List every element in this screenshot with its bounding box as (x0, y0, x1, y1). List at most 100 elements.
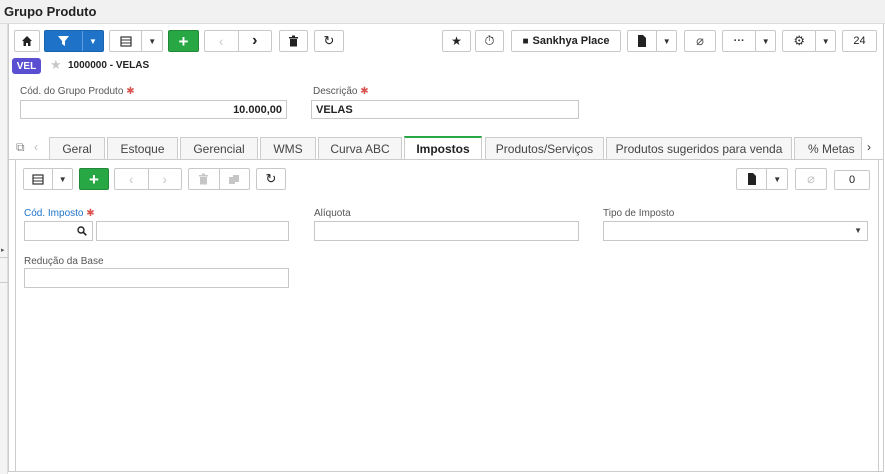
grid-button-group[interactable]: ▼ (109, 30, 163, 52)
tabs-copy-icon[interactable]: ⧉ (16, 140, 25, 155)
sub-edit-button-group[interactable] (188, 168, 250, 190)
aliquota-field[interactable] (314, 221, 579, 241)
timer-button[interactable]: ⏱ (475, 30, 504, 52)
sub-copy-button[interactable] (220, 169, 250, 189)
tipo-imposto-label: Tipo de Imposto (603, 208, 675, 219)
chevron-down-icon: ▼ (854, 226, 862, 235)
cod-imposto-description-field[interactable] (96, 221, 289, 241)
navigation-button-group[interactable]: ‹ › (204, 30, 272, 52)
more-dropdown-button[interactable]: ▼ (756, 31, 775, 51)
window-titlebar: Grupo Produto (0, 0, 885, 24)
filter-button[interactable] (45, 31, 83, 51)
favorite-star-icon[interactable]: ★ (50, 57, 62, 73)
strip-divider (0, 282, 8, 283)
file-export-icon (747, 173, 756, 185)
add-button[interactable]: + (168, 30, 199, 52)
search-icon[interactable] (77, 226, 87, 236)
reducao-base-field[interactable] (24, 268, 289, 288)
sub-export-button[interactable] (737, 169, 768, 189)
tab-gerencial[interactable]: Gerencial (180, 137, 258, 160)
sub-grid-view-button[interactable] (24, 169, 54, 189)
sub-record-count: 0 (848, 174, 856, 186)
tab-geral[interactable]: Geral (49, 137, 105, 160)
store-icon: ■ (522, 35, 529, 47)
ellipsis-icon: ··· (733, 35, 745, 47)
settings-button-group[interactable]: ⚙ ▼ (782, 30, 836, 52)
grid-view-button[interactable] (110, 31, 143, 51)
trash-icon (289, 35, 298, 47)
sub-attachment-button[interactable]: ⌀ (795, 168, 827, 190)
refresh-button[interactable]: ↻ (314, 30, 344, 52)
attachment-button[interactable]: ⌀ (684, 30, 716, 52)
favorite-button[interactable]: ★ (442, 30, 471, 52)
cod-grupo-field[interactable]: 10.000,00 (20, 100, 287, 119)
paperclip-icon: ⌀ (696, 33, 704, 48)
file-export-icon (638, 35, 647, 47)
cod-imposto-field[interactable] (24, 221, 93, 241)
aliquota-label: Alíquota (314, 208, 351, 219)
settings-button[interactable]: ⚙ (783, 31, 817, 51)
sub-refresh-button[interactable]: ↻ (256, 168, 286, 190)
chevron-down-icon: ▼ (773, 174, 782, 184)
plus-icon: + (178, 31, 189, 51)
left-collapse-strip[interactable]: ▸ (0, 24, 8, 474)
export-dropdown-button[interactable]: ▼ (657, 31, 676, 51)
window-title: Grupo Produto (4, 4, 97, 19)
home-button[interactable] (14, 30, 40, 52)
filter-button-group[interactable]: ▼ (44, 30, 104, 52)
record-badge: VEL (12, 58, 41, 74)
sub-grid-button-group[interactable]: ▼ (23, 168, 73, 190)
next-button[interactable]: › (239, 31, 272, 51)
sub-next-button[interactable]: › (149, 169, 182, 189)
tabs-scroll-right-icon[interactable]: › (867, 140, 871, 154)
chevron-right-icon: › (162, 171, 168, 187)
descricao-label: Descrição ✱ (313, 86, 369, 97)
trash-icon (199, 173, 209, 185)
tab-curva-abc[interactable]: Curva ABC (318, 137, 402, 160)
tab-estoque[interactable]: Estoque (107, 137, 178, 160)
chevron-down-icon: ▼ (761, 36, 770, 46)
tab-wms[interactable]: WMS (260, 137, 316, 160)
sub-record-counter: 0 (834, 170, 870, 190)
chevron-down-icon: ▼ (58, 174, 67, 184)
delete-button[interactable] (279, 30, 308, 52)
sub-previous-button[interactable]: ‹ (115, 169, 149, 189)
record-count: 24 (853, 35, 866, 47)
chevron-down-icon: ▼ (89, 36, 97, 46)
stopwatch-icon: ⏱ (484, 33, 495, 48)
paperclip-icon: ⌀ (807, 171, 815, 186)
sub-export-button-group[interactable]: ▼ (736, 168, 788, 190)
record-counter: 24 (842, 30, 877, 52)
grid-icon (120, 35, 132, 47)
filter-dropdown-button[interactable]: ▼ (83, 31, 103, 51)
tipo-imposto-select[interactable]: ▼ (603, 221, 868, 241)
previous-button[interactable]: ‹ (205, 31, 239, 51)
tab-impostos[interactable]: Impostos (404, 136, 482, 160)
strip-divider (0, 257, 8, 258)
descricao-field[interactable]: VELAS (311, 100, 579, 119)
grid-icon (32, 173, 44, 185)
export-button-group[interactable]: ▼ (627, 30, 677, 52)
tabs-scroll-left-icon[interactable]: ‹ (34, 140, 38, 154)
settings-dropdown-button[interactable]: ▼ (816, 31, 835, 51)
tab-metas[interactable]: % Metas (794, 137, 862, 160)
tab-produtos-sugeridos[interactable]: Produtos sugeridos para venda (606, 137, 792, 160)
sub-grid-dropdown-button[interactable]: ▼ (53, 169, 72, 189)
cod-grupo-label: Cód. do Grupo Produto ✱ (20, 86, 135, 97)
plus-icon: + (89, 169, 99, 189)
refresh-icon: ↻ (265, 171, 277, 186)
cod-imposto-label: Cód. Imposto ✱ (24, 208, 95, 219)
sub-navigation-button-group[interactable]: ‹ › (114, 168, 182, 190)
export-button[interactable] (628, 31, 658, 51)
more-button[interactable]: ··· (723, 31, 757, 51)
tab-produtos-servicos[interactable]: Produtos/Serviços (485, 137, 604, 160)
sankhya-place-button[interactable]: ■ Sankhya Place (511, 30, 621, 52)
sub-export-dropdown-button[interactable]: ▼ (767, 169, 787, 189)
grid-dropdown-button[interactable]: ▼ (142, 31, 162, 51)
sub-delete-button[interactable] (189, 169, 220, 189)
sub-add-button[interactable]: + (79, 168, 109, 190)
expand-arrow-icon[interactable]: ▸ (1, 246, 5, 254)
chevron-down-icon: ▼ (662, 36, 671, 46)
more-button-group[interactable]: ··· ▼ (722, 30, 776, 52)
sankhya-place-label: Sankhya Place (532, 35, 610, 47)
